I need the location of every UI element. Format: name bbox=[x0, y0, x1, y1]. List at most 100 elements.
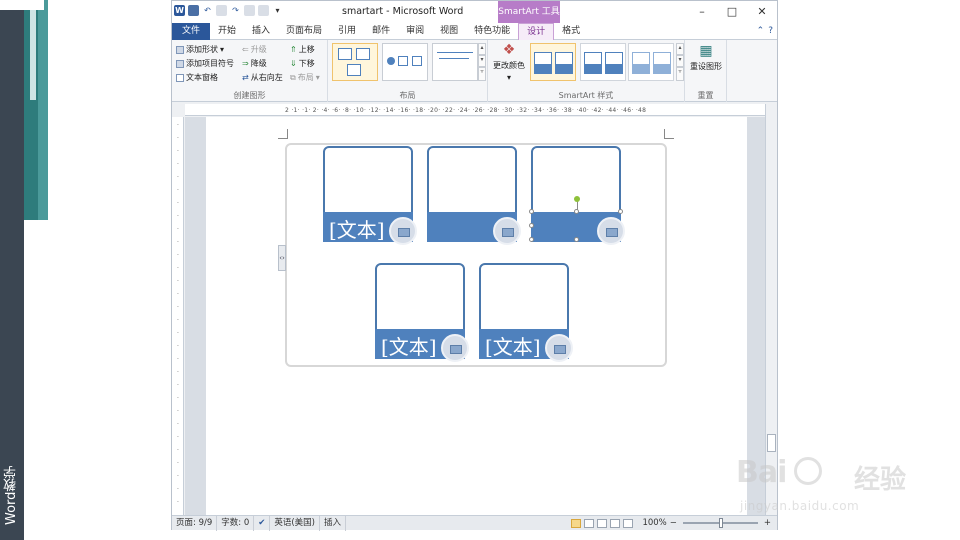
slide-accent-highlight bbox=[30, 0, 36, 100]
move-up-button[interactable]: ⇑ 上移 bbox=[290, 44, 315, 55]
change-colors-button[interactable]: ❖ 更改颜色 ▾ bbox=[490, 42, 528, 82]
card-text[interactable]: [文本] bbox=[329, 214, 385, 243]
zoom-out-button[interactable]: − bbox=[670, 518, 677, 528]
promote-button[interactable]: ⇐ 升级 bbox=[242, 44, 267, 55]
slide-side-label: Word教学 bbox=[4, 465, 19, 525]
word-count[interactable]: 字数: 0 bbox=[217, 515, 255, 531]
print-layout-view-button[interactable] bbox=[571, 518, 582, 528]
new-document-icon[interactable] bbox=[244, 5, 255, 16]
scroll-thumb[interactable] bbox=[767, 434, 776, 452]
text-pane-toggle[interactable]: ‹› bbox=[278, 245, 286, 271]
language-indicator[interactable]: 英语(美国) bbox=[270, 515, 320, 531]
draft-view-button[interactable] bbox=[623, 518, 634, 528]
selection-handle[interactable] bbox=[529, 223, 534, 228]
card-text[interactable]: [文本] bbox=[381, 331, 437, 360]
insert-mode-indicator[interactable]: 插入 bbox=[320, 515, 347, 531]
style-thumbnail-3[interactable] bbox=[628, 43, 674, 81]
picture-placeholder-icon[interactable] bbox=[493, 217, 521, 245]
word-app-icon[interactable]: W bbox=[174, 5, 185, 16]
picture-placeholder-icon[interactable] bbox=[441, 334, 469, 362]
add-shape-button[interactable]: 添加形状 ▾ bbox=[176, 44, 224, 55]
group-label-reset: 重置 bbox=[697, 91, 714, 100]
group-layouts: ▴ ▾ ▿ 布局 bbox=[328, 40, 488, 102]
color-palette-icon: ❖ bbox=[502, 42, 516, 58]
right-to-left-button[interactable]: ⇄ 从右向左 bbox=[242, 72, 283, 83]
picture-placeholder-icon[interactable] bbox=[597, 217, 625, 245]
format-painter-icon[interactable] bbox=[216, 5, 227, 16]
group-label-smartart-styles: SmartArt 样式 bbox=[558, 91, 614, 100]
close-button[interactable]: ✕ bbox=[747, 1, 777, 23]
help-icon[interactable]: ? bbox=[768, 26, 773, 36]
move-down-button[interactable]: ⇓ 下移 bbox=[290, 58, 315, 69]
arrow-right-icon: ⇒ bbox=[242, 59, 249, 68]
ribbon-right-controls: ⌃ ? bbox=[757, 26, 777, 36]
group-label-create-graphic: 创建图形 bbox=[233, 91, 266, 100]
layout-icon: ⧉ bbox=[290, 72, 296, 82]
selection-handle[interactable] bbox=[574, 209, 579, 214]
tab-file[interactable]: 文件 bbox=[172, 22, 210, 40]
zoom-slider-knob[interactable] bbox=[718, 518, 723, 528]
page-count[interactable]: 页面: 9/9 bbox=[172, 515, 218, 531]
styles-scroll-down[interactable]: ▾ bbox=[676, 55, 684, 67]
style-thumbnail-2[interactable] bbox=[580, 43, 626, 81]
redo-icon[interactable]: ↷ bbox=[230, 5, 241, 16]
selection-handle[interactable] bbox=[574, 237, 579, 242]
outline-view-button[interactable] bbox=[610, 518, 621, 528]
rotation-handle[interactable] bbox=[574, 196, 580, 202]
text-pane-button[interactable]: 文本窗格 bbox=[176, 72, 218, 83]
style-thumbnail-selected[interactable] bbox=[530, 43, 576, 81]
tab-special-features[interactable]: 特色功能 bbox=[466, 23, 518, 40]
tab-format[interactable]: 格式 bbox=[554, 23, 588, 40]
layout-more[interactable]: ▿ bbox=[478, 67, 486, 81]
demote-button[interactable]: ⇒ 降级 bbox=[242, 58, 267, 69]
tab-design[interactable]: 设计 bbox=[518, 22, 555, 40]
baidu-paw-icon bbox=[794, 457, 822, 485]
layout-thumbnail-selected[interactable] bbox=[332, 43, 378, 81]
picture-placeholder-icon[interactable] bbox=[545, 334, 573, 362]
slide-accent-bar-2 bbox=[38, 0, 48, 220]
vertical-ruler[interactable]: · · · · · · · · · · · · · · · · · · · · · · · · · · · · · · bbox=[172, 117, 184, 515]
print-preview-icon[interactable] bbox=[258, 5, 269, 16]
minimize-ribbon-icon[interactable]: ⌃ bbox=[757, 26, 765, 36]
web-layout-view-button[interactable] bbox=[597, 518, 608, 528]
tab-view[interactable]: 视图 bbox=[432, 23, 466, 40]
bullet-icon bbox=[176, 59, 184, 68]
minimize-button[interactable]: – bbox=[687, 1, 717, 23]
zoom-level[interactable]: 100% bbox=[642, 518, 666, 528]
selection-handle[interactable] bbox=[529, 209, 534, 214]
undo-icon[interactable]: ↶ bbox=[202, 5, 213, 16]
picture-placeholder-icon[interactable] bbox=[389, 217, 417, 245]
layout-button[interactable]: ⧉ 布局 ▾ bbox=[290, 72, 320, 83]
layout-scroll-up[interactable]: ▴ bbox=[478, 43, 486, 55]
customize-qat-icon[interactable]: ▾ bbox=[272, 5, 283, 16]
word-window: W ↶ ↷ ▾ smartart - Microsoft Word SmartA… bbox=[171, 0, 778, 531]
slide-top-gap bbox=[0, 0, 44, 10]
selection-handle[interactable] bbox=[618, 209, 623, 214]
proofing-icon[interactable]: ✔ bbox=[254, 515, 271, 531]
styles-more[interactable]: ▿ bbox=[676, 67, 684, 81]
styles-scroll-up[interactable]: ▴ bbox=[676, 43, 684, 55]
selection-handle[interactable] bbox=[529, 237, 534, 242]
tab-home[interactable]: 开始 bbox=[210, 23, 244, 40]
save-icon[interactable] bbox=[188, 5, 199, 16]
maximize-button[interactable]: □ bbox=[717, 1, 747, 23]
tab-review[interactable]: 审阅 bbox=[398, 23, 432, 40]
tab-insert[interactable]: 插入 bbox=[244, 23, 278, 40]
watermark-cn-text: 经验 bbox=[854, 465, 907, 495]
watermark-url: jingyan.baidu.com bbox=[740, 499, 860, 513]
vertical-scrollbar[interactable] bbox=[765, 104, 777, 515]
add-bullet-button[interactable]: 添加项目符号 bbox=[176, 58, 234, 69]
layout-thumbnail-3[interactable] bbox=[432, 43, 478, 81]
reset-graphic-button[interactable]: ▦ 重设图形 bbox=[687, 43, 725, 72]
arrow-up-icon: ⇑ bbox=[290, 45, 297, 54]
tab-page-layout[interactable]: 页面布局 bbox=[278, 23, 330, 40]
layout-thumbnail-2[interactable] bbox=[382, 43, 428, 81]
card-text[interactable]: [文本] bbox=[485, 331, 541, 360]
tab-mailings[interactable]: 邮件 bbox=[364, 23, 398, 40]
smartart-frame[interactable]: ‹› [文本] [文本] [文本] bbox=[278, 143, 667, 367]
horizontal-ruler[interactable]: 2 ·1· ·1· 2· ·4· ·6· ·8· ·10· ·12· ·14· … bbox=[185, 104, 777, 116]
layout-scroll-down[interactable]: ▾ bbox=[478, 55, 486, 67]
full-screen-view-button[interactable] bbox=[584, 518, 595, 528]
tab-references[interactable]: 引用 bbox=[330, 23, 364, 40]
group-label-layouts: 布局 bbox=[399, 91, 416, 100]
